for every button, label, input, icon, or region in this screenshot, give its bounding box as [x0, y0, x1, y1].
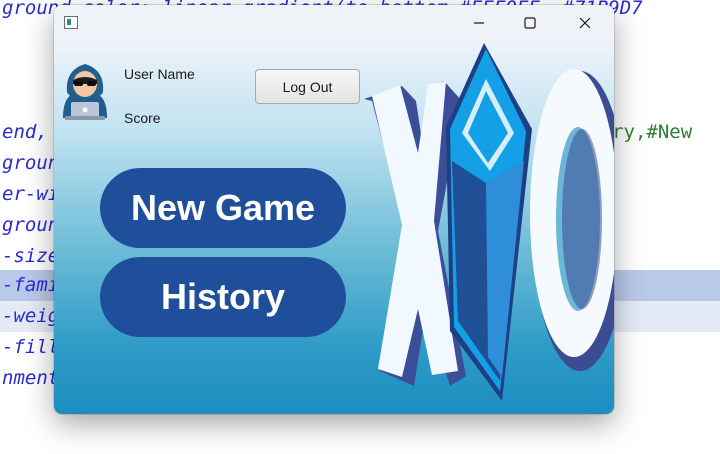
title-bar[interactable]: [54, 5, 614, 41]
hacker-avatar-icon: [63, 64, 107, 120]
history-button[interactable]: History: [100, 257, 346, 337]
new-game-button[interactable]: New Game: [100, 168, 346, 248]
score-label: Score: [124, 110, 161, 126]
user-name-label: User Name: [124, 66, 195, 82]
game-menu-panel: User Name Score Log Out New Game History: [54, 41, 614, 414]
close-icon: [579, 17, 591, 29]
xo-logo: [364, 43, 614, 401]
maximize-icon: [524, 17, 536, 29]
log-out-button[interactable]: Log Out: [255, 69, 360, 104]
close-button[interactable]: [562, 5, 608, 41]
app-window: User Name Score Log Out New Game History: [54, 5, 614, 414]
minimize-button[interactable]: [456, 5, 502, 41]
window-app-icon: [64, 16, 78, 29]
minimize-icon: [474, 22, 484, 24]
maximize-button[interactable]: [507, 5, 553, 41]
